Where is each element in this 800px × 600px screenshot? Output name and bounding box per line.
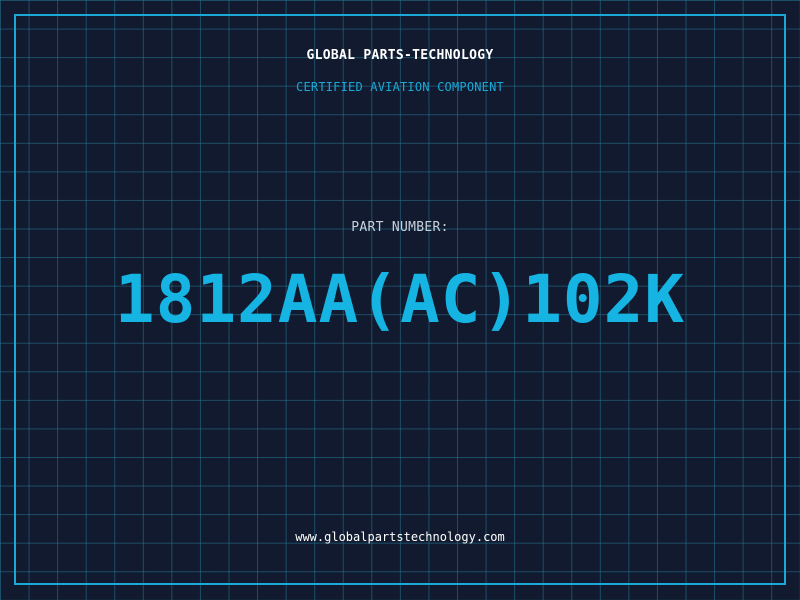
part-card: GLOBAL PARTS-TECHNOLOGY CERTIFIED AVIATI… <box>0 0 800 600</box>
brand-name: GLOBAL PARTS-TECHNOLOGY <box>306 48 494 63</box>
website-url: www.globalpartstechnology.com <box>295 530 505 544</box>
part-number-label: PART NUMBER: <box>351 220 449 235</box>
certification-tagline: CERTIFIED AVIATION COMPONENT <box>296 80 504 94</box>
part-number-value: 1812AA(AC)102K <box>114 261 686 338</box>
